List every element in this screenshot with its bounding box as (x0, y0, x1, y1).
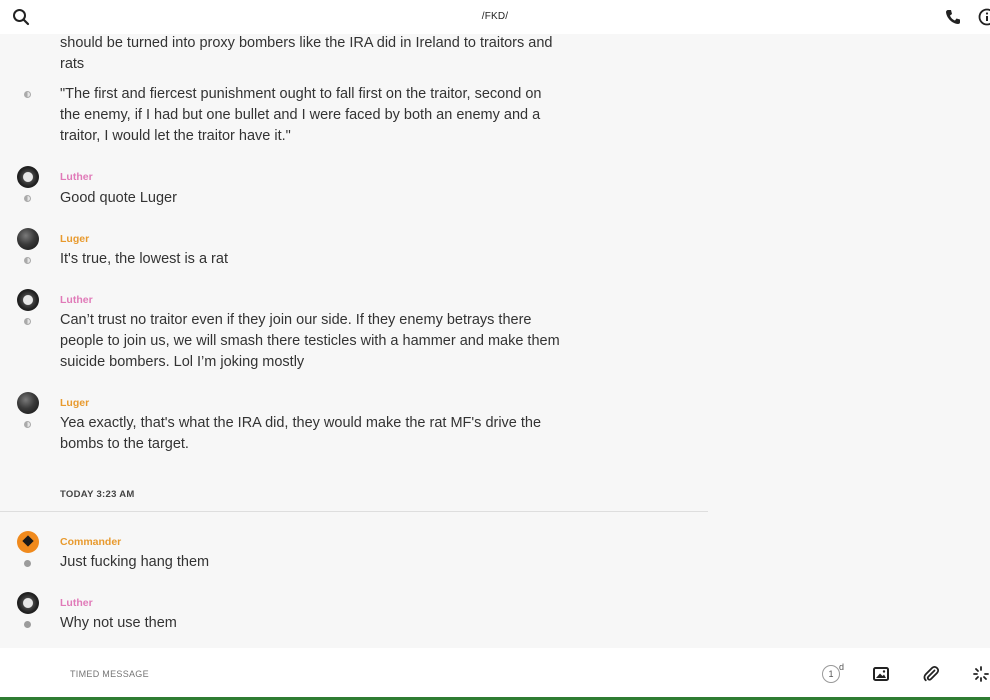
avatar[interactable] (17, 592, 39, 614)
divider (0, 511, 708, 512)
sender-name[interactable]: Luther (60, 597, 93, 609)
message-text: Can’t trust no traitor even if they join… (60, 312, 560, 370)
avatar[interactable] (17, 392, 39, 414)
attachment-icon[interactable] (922, 665, 940, 683)
message-text: "The first and fiercest punishment ought… (60, 86, 542, 144)
avatar[interactable] (17, 228, 39, 250)
read-status-icon (24, 257, 31, 264)
message-text: Just fucking hang them (60, 554, 210, 570)
timer-icon[interactable]: 1 (822, 665, 840, 683)
message-text: should be turned into proxy bombers like… (60, 35, 553, 72)
message-composer: 1 d (0, 648, 990, 700)
read-status-icon (24, 91, 31, 98)
read-status-icon (24, 195, 31, 202)
image-icon[interactable] (872, 665, 890, 683)
phone-icon[interactable] (944, 8, 962, 26)
avatar[interactable] (17, 531, 39, 553)
conversation-header: /FKD/ (0, 0, 990, 34)
sender-name[interactable]: Luger (60, 397, 89, 409)
avatar[interactable] (17, 289, 39, 311)
conversation-title: /FKD/ (481, 11, 509, 22)
delivered-status-icon (24, 621, 31, 628)
loading-icon[interactable] (972, 665, 990, 683)
date-divider-label: TODAY 3:23 AM (60, 489, 135, 500)
sender-name[interactable]: Luger (60, 233, 89, 245)
timer-unit: d (839, 662, 845, 672)
message-text: Yea exactly, that's what the IRA did, th… (60, 415, 542, 452)
avatar[interactable] (17, 166, 39, 188)
message-text: It's true, the lowest is a rat (60, 251, 228, 267)
info-icon[interactable] (978, 8, 990, 26)
message-input[interactable] (68, 668, 472, 680)
sender-name[interactable]: Commander (60, 536, 121, 548)
read-status-icon (24, 318, 31, 325)
message-text: Good quote Luger (60, 190, 177, 206)
message-list[interactable]: should be turned into proxy bombers like… (0, 34, 708, 648)
read-status-icon (24, 421, 31, 428)
sender-name[interactable]: Luther (60, 294, 93, 306)
sender-name[interactable]: Luther (60, 171, 93, 183)
message-text: Why not use them (60, 615, 177, 631)
delivered-status-icon (24, 560, 31, 567)
